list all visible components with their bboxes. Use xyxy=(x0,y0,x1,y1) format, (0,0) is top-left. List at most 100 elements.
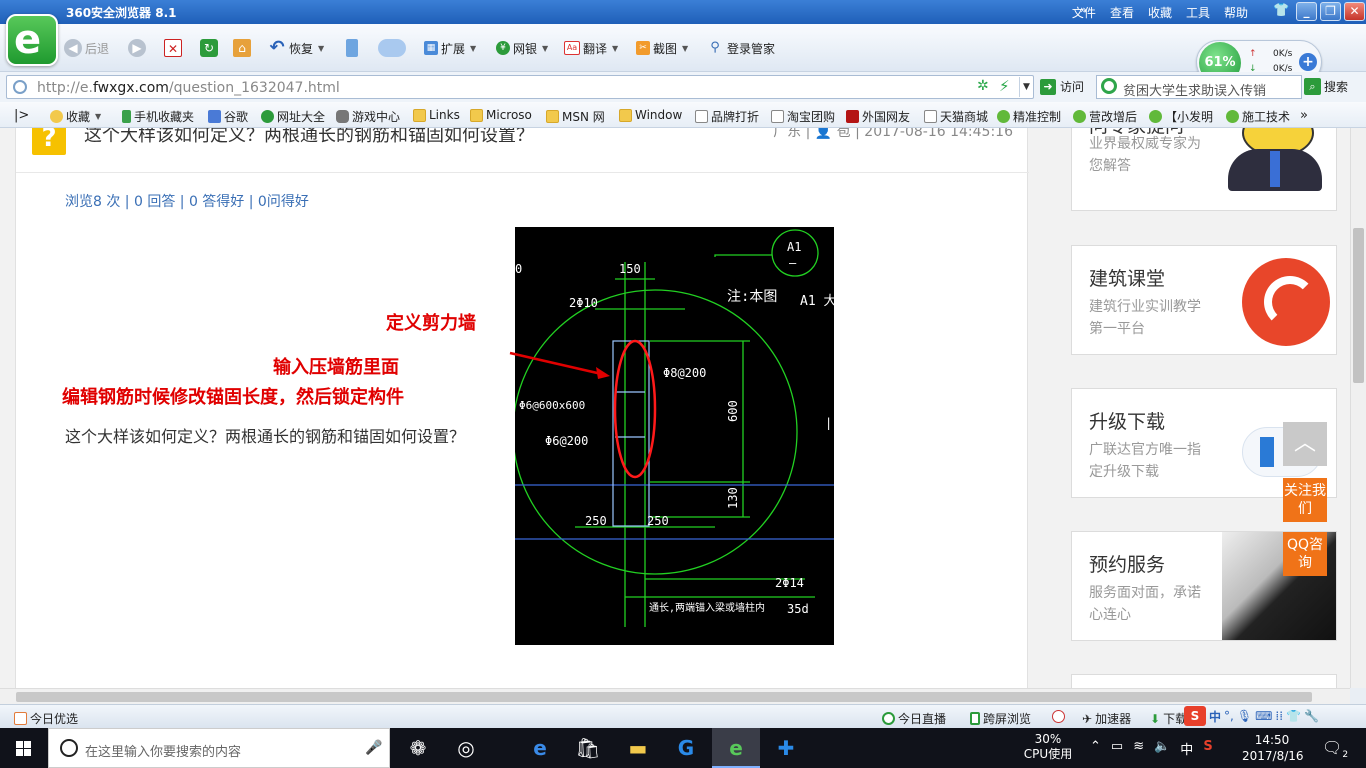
menu-help[interactable]: 帮助 xyxy=(1224,4,1248,21)
start-button[interactable] xyxy=(0,728,48,768)
bookmark-brand[interactable]: 品牌打折 xyxy=(695,108,759,125)
bookmark-taobao[interactable]: 淘宝团购 xyxy=(771,108,835,125)
today-picks[interactable]: 今日优选 xyxy=(14,710,78,727)
task-view-icon[interactable]: ❁ xyxy=(394,728,442,768)
downloads[interactable]: ⬇ 下载 xyxy=(1150,710,1187,727)
battery-icon[interactable]: ▭ xyxy=(1111,739,1123,758)
download-arrow-icon xyxy=(1260,437,1274,467)
menu-tools[interactable]: 工具 xyxy=(1186,4,1210,21)
taskbar-search[interactable]: 在这里输入你要搜索的内容 🎤 xyxy=(48,728,390,768)
bookmark-favorites[interactable]: 收藏 ▼ xyxy=(50,108,101,125)
qq-consult-button[interactable]: QQ咨询 xyxy=(1283,532,1327,576)
bank-button[interactable]: ¥ 网银 ▼ xyxy=(496,37,548,59)
taskbar-search-input[interactable]: 在这里输入你要搜索的内容 xyxy=(85,741,241,760)
home-button[interactable]: ⌂ xyxy=(233,37,251,59)
stop-button[interactable]: ✕ xyxy=(164,37,182,59)
question-mark-icon: ? xyxy=(32,128,66,155)
volume-icon[interactable]: 🔈 xyxy=(1154,739,1170,758)
cloud-button[interactable] xyxy=(378,37,406,59)
gift-icon xyxy=(14,712,27,725)
notification-icon[interactable]: 🗨2 xyxy=(1322,738,1348,760)
mobile-button[interactable] xyxy=(346,37,358,59)
vertical-scroll-thumb[interactable] xyxy=(1353,228,1364,383)
more-bookmarks-icon[interactable]: » xyxy=(1300,108,1308,123)
bookmark-microsoft[interactable]: Microso xyxy=(470,108,532,122)
extend-button[interactable]: ▦ 扩展 ▼ xyxy=(424,37,476,59)
chevron-up-icon[interactable]: ⌃ xyxy=(1090,739,1101,758)
microphone-icon[interactable]: 🎤 xyxy=(365,740,382,756)
classroom-logo-icon xyxy=(1242,258,1330,346)
speed-mode-icon[interactable]: ⚡ xyxy=(999,77,1010,95)
bookmark-invent[interactable]: 【小发明 xyxy=(1149,108,1213,125)
follow-us-button[interactable]: 关注我们 xyxy=(1283,478,1327,522)
restore-tabs-button[interactable]: ↶ 恢复 ▼ xyxy=(268,37,324,59)
app-swirl-icon[interactable]: ◎ xyxy=(442,728,490,768)
windows-icon xyxy=(16,741,32,756)
translate-button[interactable]: Aa 翻译 ▼ xyxy=(564,37,618,59)
cross-screen[interactable]: 跨屏浏览 xyxy=(970,710,1031,727)
store-icon[interactable]: 🛍 xyxy=(564,728,612,768)
refresh-button[interactable]: ↻ xyxy=(200,37,218,59)
menu-view[interactable]: 查看 xyxy=(1110,4,1134,21)
question-stats[interactable]: 浏览8 次 | 0 回答 | 0 答得好 | 0问得好 xyxy=(65,191,309,211)
menu-favorites[interactable]: 收藏 xyxy=(1148,4,1172,21)
sidebar-toggle-icon[interactable]: |> xyxy=(14,108,29,123)
address-url[interactable]: http://e.fwxgx.com/question_1632047.html xyxy=(37,80,340,96)
sidebar-card-title: 升级下载 xyxy=(1089,411,1166,433)
edge-icon[interactable]: e xyxy=(516,728,564,768)
clock[interactable]: 14:50 2017/8/16 xyxy=(1242,732,1304,764)
cad-drawing[interactable]: A1 – 150 2Φ10 注:本图 A1 大 Φ8@200 Φ6@600x60… xyxy=(515,227,834,645)
screenshot-button[interactable]: ✂ 截图 ▼ xyxy=(636,37,688,59)
ime-indicator[interactable]: 中 xyxy=(1180,739,1193,758)
bookmark-games[interactable]: 游戏中心 xyxy=(336,108,400,125)
ime-toolbar[interactable]: S 中 °, 🎙 ⌨ ⁞⁞ 👕 🔧 xyxy=(1184,706,1319,726)
address-dropdown-icon[interactable]: ▼ xyxy=(1019,77,1033,97)
app-plus-icon[interactable]: ✚ xyxy=(762,728,810,768)
chevron-down-icon: ▼ xyxy=(318,43,325,53)
bookmark-vat[interactable]: 营改增后 xyxy=(1073,108,1137,125)
back-button[interactable]: ◀ 后退 xyxy=(64,37,109,59)
address-bar[interactable]: http://e.fwxgx.com/question_1632047.html… xyxy=(6,75,1034,99)
search-button[interactable]: ⌕ 搜索 xyxy=(1304,78,1348,95)
browser-360-icon[interactable]: e xyxy=(712,728,760,768)
restore-button[interactable]: ❐ xyxy=(1320,2,1341,21)
search-box[interactable]: 贫困大学生求助误入传销 xyxy=(1096,75,1302,99)
horizontal-scrollbar[interactable] xyxy=(0,688,1350,704)
menu-bar: 文件 查看 收藏 工具 帮助 xyxy=(1072,4,1248,21)
menu-file[interactable]: 文件 xyxy=(1072,4,1096,21)
skin-icon[interactable]: 👕 xyxy=(1273,3,1289,18)
bookmark-sites[interactable]: 网址大全 xyxy=(261,108,325,125)
login-manager-button[interactable]: ⚲ 登录管家 xyxy=(706,37,775,59)
sidebar-card-expert[interactable]: 问专家提问 业界最权威专家为您解答 xyxy=(1071,128,1337,211)
search-input[interactable]: 贫困大学生求助误入传销 xyxy=(1123,80,1299,99)
sidebar-card-classroom[interactable]: 建筑课堂 建筑行业实训教学第一平台 xyxy=(1071,245,1337,355)
accelerator[interactable]: ✈ 加速器 xyxy=(1082,710,1131,727)
file-explorer-icon[interactable]: ▬ xyxy=(614,728,662,768)
annotation-arrow xyxy=(509,351,610,379)
bookmark-foreign[interactable]: 外国网友 xyxy=(846,108,910,125)
bookmark-precise[interactable]: 精准控制 xyxy=(997,108,1061,125)
wifi-icon[interactable]: ≋ xyxy=(1133,739,1144,758)
bookmark-google[interactable]: 谷歌 xyxy=(208,108,248,125)
addon-icon[interactable] xyxy=(1052,710,1065,723)
bookmark-mobile[interactable]: 手机收藏夹 xyxy=(122,108,194,125)
horizontal-scroll-thumb[interactable] xyxy=(16,692,1312,702)
vertical-scrollbar[interactable] xyxy=(1350,128,1366,688)
cad-rebar-bottom: 2Φ14 xyxy=(775,576,804,590)
glodon-icon[interactable]: G xyxy=(662,728,710,768)
chevron-down-icon: ▼ xyxy=(95,112,102,121)
close-button[interactable]: ✕ xyxy=(1344,2,1365,21)
back-to-top-button[interactable]: ︿ xyxy=(1283,422,1327,466)
bookmark-tmall[interactable]: 天猫商城 xyxy=(924,108,988,125)
today-live[interactable]: 今日直播 xyxy=(882,710,946,727)
bookmark-windows[interactable]: Window xyxy=(619,108,682,122)
bookmark-construction[interactable]: 施工技术 xyxy=(1226,108,1290,125)
forward-button[interactable]: ▶ xyxy=(128,37,146,59)
plus-icon[interactable]: + xyxy=(1299,53,1317,71)
minimize-button[interactable]: _ xyxy=(1296,2,1317,21)
visit-button[interactable]: ➜ 访问 xyxy=(1040,78,1084,95)
browser-logo[interactable]: e xyxy=(6,14,58,66)
bookmark-msn[interactable]: MSN 网 xyxy=(546,108,605,125)
bookmark-links[interactable]: Links xyxy=(413,108,460,122)
sogou-tray-icon[interactable]: S xyxy=(1203,739,1212,758)
